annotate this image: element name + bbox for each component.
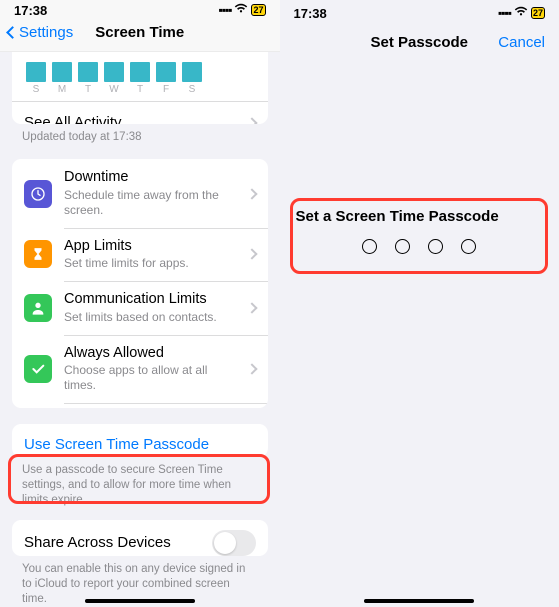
row-title: Communication Limits xyxy=(64,291,240,308)
row-sub: Set time limits for apps. xyxy=(64,256,240,271)
chart-bar xyxy=(52,62,72,82)
check-icon xyxy=(24,355,52,383)
chart-bar xyxy=(104,62,124,82)
passcode-group: Use Screen Time Passcode xyxy=(12,424,268,457)
status-time: 17:38 xyxy=(14,3,47,18)
use-passcode-label: Use Screen Time Passcode xyxy=(24,436,256,454)
cancel-button[interactable]: Cancel xyxy=(498,34,551,51)
see-all-label: See All Activity xyxy=(24,114,240,125)
status-time: 17:38 xyxy=(294,6,327,21)
passcode-prompt-area: Set a Screen Time Passcode xyxy=(280,194,559,268)
nav-bar: Settings Screen Time xyxy=(0,21,280,53)
passcode-dot xyxy=(428,239,443,254)
row-sub: Choose apps to allow at all times. xyxy=(64,363,240,393)
chevron-left-icon xyxy=(6,26,19,39)
see-all-activity-row[interactable]: See All Activity xyxy=(12,101,268,124)
share-label: Share Across Devices xyxy=(24,534,212,552)
day-label: T xyxy=(78,84,98,95)
day-label: T xyxy=(130,84,150,95)
day-label: S xyxy=(26,84,46,95)
weekly-chart: S M T W T F S xyxy=(12,54,268,101)
back-label: Settings xyxy=(19,24,73,41)
passcode-dot xyxy=(461,239,476,254)
chart-bar xyxy=(130,62,150,82)
activity-group: S M T W T F S See All Activity xyxy=(12,52,268,124)
communication-limits-row[interactable]: Communication Limits Set limits based on… xyxy=(12,281,268,334)
share-toggle[interactable] xyxy=(212,530,256,556)
downtime-row[interactable]: Downtime Schedule time away from the scr… xyxy=(12,159,268,227)
status-right: ▪▪▪▪ 27 xyxy=(218,3,265,17)
battery-icon: 27 xyxy=(531,7,545,19)
wifi-icon xyxy=(514,6,528,20)
row-sub: Set limits based on contacts. xyxy=(64,310,240,325)
day-label: M xyxy=(52,84,72,95)
cellular-icon: ▪▪▪▪ xyxy=(218,3,231,17)
day-label: F xyxy=(156,84,176,95)
person-icon xyxy=(24,294,52,322)
nav-bar: Set Passcode Cancel xyxy=(280,26,559,64)
limits-group: Downtime Schedule time away from the scr… xyxy=(12,159,268,407)
downtime-icon xyxy=(24,180,52,208)
battery-icon: 27 xyxy=(251,4,265,16)
share-group: Share Across Devices xyxy=(12,520,268,556)
screen-time-settings-screen: 17:38 ▪▪▪▪ 27 Settings Screen Time xyxy=(0,0,280,607)
chevron-right-icon xyxy=(246,363,257,374)
chevron-right-icon xyxy=(246,302,257,313)
share-across-devices-row[interactable]: Share Across Devices xyxy=(12,520,268,556)
day-label: S xyxy=(182,84,202,95)
row-title: App Limits xyxy=(64,238,240,255)
passcode-dot xyxy=(395,239,410,254)
home-indicator xyxy=(364,599,474,603)
app-limits-row[interactable]: App Limits Set time limits for apps. xyxy=(12,228,268,281)
chevron-right-icon xyxy=(246,117,257,125)
row-sub: Schedule time away from the screen. xyxy=(64,188,240,218)
chart-bar xyxy=(26,62,46,82)
chevron-right-icon xyxy=(246,188,257,199)
passcode-prompt-title: Set a Screen Time Passcode xyxy=(296,208,544,225)
cellular-icon: ▪▪▪▪ xyxy=(498,6,511,20)
chart-bar xyxy=(156,62,176,82)
passcode-footnote: Use a passcode to secure Screen Time set… xyxy=(0,457,280,508)
row-title: Always Allowed xyxy=(64,345,240,362)
day-label: W xyxy=(104,84,124,95)
updated-footnote: Updated today at 17:38 xyxy=(0,124,280,145)
status-bar: 17:38 ▪▪▪▪ 27 xyxy=(0,0,280,21)
set-passcode-screen: 17:38 ▪▪▪▪ 27 Set Passcode Cancel Set a … xyxy=(280,0,559,607)
passcode-dot xyxy=(362,239,377,254)
chart-bar xyxy=(78,62,98,82)
hourglass-icon xyxy=(24,240,52,268)
chart-bar xyxy=(182,62,202,82)
back-button[interactable]: Settings xyxy=(8,24,73,41)
wifi-icon xyxy=(234,3,248,17)
content-privacy-row[interactable]: Content & Privacy Restrictions Block ina… xyxy=(12,403,268,408)
row-title: Downtime xyxy=(64,169,240,186)
always-allowed-row[interactable]: Always Allowed Choose apps to allow at a… xyxy=(12,335,268,403)
chevron-right-icon xyxy=(246,249,257,260)
use-passcode-row[interactable]: Use Screen Time Passcode xyxy=(12,424,268,457)
passcode-dots xyxy=(296,239,544,254)
status-right: ▪▪▪▪ 27 xyxy=(498,6,545,20)
status-bar: 17:38 ▪▪▪▪ 27 xyxy=(280,0,559,26)
home-indicator xyxy=(85,599,195,603)
